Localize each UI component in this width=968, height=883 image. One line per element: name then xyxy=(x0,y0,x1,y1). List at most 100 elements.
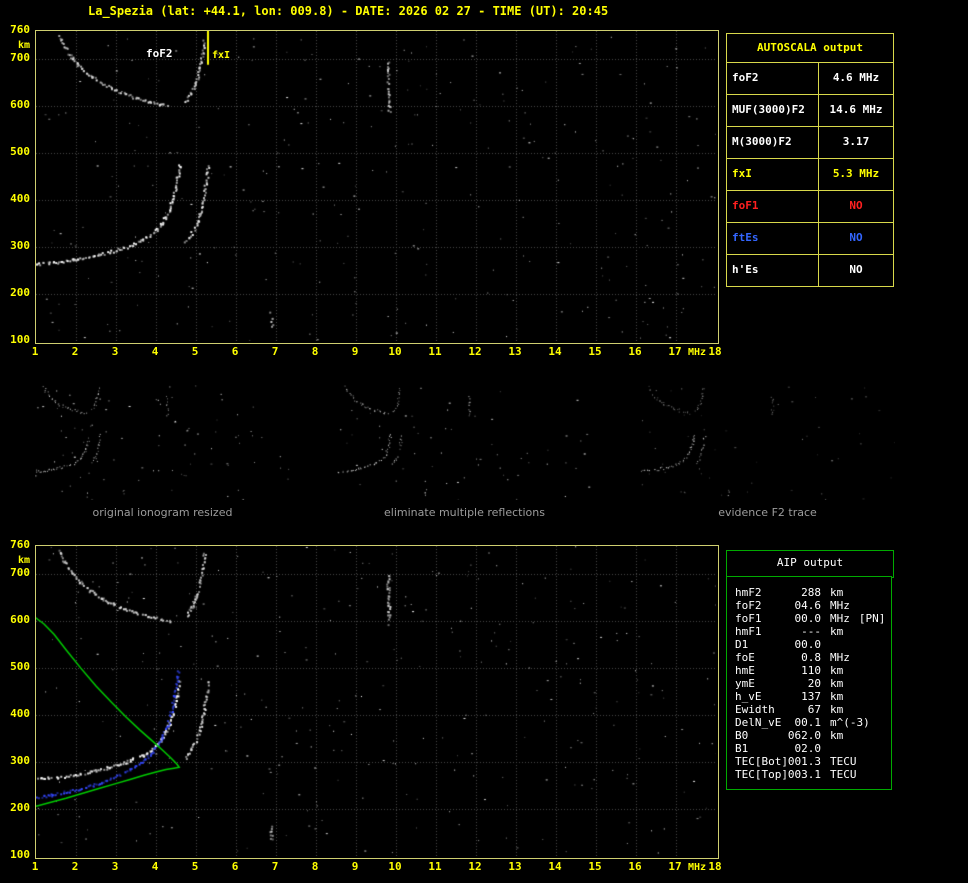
y-tick-label: 700 xyxy=(10,566,30,580)
aip-table-rows: hmF2 288 km foF2 04.6 MHz foF1 00.0 MHz [PN] hmF1 -… xyxy=(735,586,889,781)
aip-param-value: 20 xyxy=(807,677,821,690)
x-tick-label: 11 xyxy=(428,345,442,358)
autoscala-output-table: AUTOSCALA output foF2 4.6 MHz MUF(3000)F2 1… xyxy=(726,33,894,287)
aip-param-unit: MHz xyxy=(830,599,850,612)
aip-row: TEC[Top] 003.1 TECU xyxy=(735,768,889,781)
profile-ionogram-canvas xyxy=(36,546,716,856)
x-axis-unit: MHz xyxy=(687,347,707,358)
x-tick-label: 10 xyxy=(388,345,402,358)
aip-row: ymE 20 km xyxy=(735,677,889,690)
aip-param-value: 00.0 xyxy=(794,638,822,651)
aip-param-unit: km xyxy=(830,625,844,638)
aip-row: D1 00.0 xyxy=(735,638,889,651)
y-tick-label: 400 xyxy=(10,707,30,721)
aip-row: hmE 110 km xyxy=(735,664,889,677)
caption-evidence-f2-trace: evidence F2 trace xyxy=(718,506,817,519)
aip-row: B0 062.0 km xyxy=(735,729,889,742)
aip-param-unit: km xyxy=(830,690,844,703)
autoscala-param-label: M(3000)F2 xyxy=(727,127,819,158)
y-axis-unit: km xyxy=(17,40,30,51)
y-tick-label: 200 xyxy=(10,801,30,815)
x-tick-label: 16 xyxy=(628,345,642,358)
foF2-annotation: foF2 xyxy=(146,47,173,60)
aip-param-flag: [PN] xyxy=(858,612,886,625)
y-tick-label: 600 xyxy=(10,98,30,112)
aip-param-unit: MHz xyxy=(830,612,850,625)
y-axis-unit: km xyxy=(17,555,30,566)
aip-param-name: D1 xyxy=(735,638,749,651)
x-tick-label: 18 xyxy=(708,345,722,358)
x-tick-label: 9 xyxy=(351,860,359,873)
autoscala-param-value: NO xyxy=(849,199,863,212)
y-tick-label: 300 xyxy=(10,239,30,253)
aip-row: TEC[Bot] 001.3 TECU xyxy=(735,755,889,768)
aip-row: h_vE 137 km xyxy=(735,690,889,703)
x-tick-label: 7 xyxy=(271,345,279,358)
x-tick-label: 13 xyxy=(508,860,522,873)
x-tick-label: 14 xyxy=(548,345,562,358)
aip-row: DelN_vE 00.1 m^(-3) xyxy=(735,716,889,729)
autoscala-param-label: foF2 xyxy=(727,63,819,94)
aip-param-name: hmE xyxy=(735,664,755,677)
aip-param-value: 00.0 xyxy=(794,612,822,625)
aip-param-value: 288 xyxy=(801,586,821,599)
x-tick-label: 14 xyxy=(548,860,562,873)
aip-param-name: foF2 xyxy=(735,599,762,612)
thumbnail-original-canvas xyxy=(35,385,290,500)
aip-param-unit: m^(-3) xyxy=(830,716,870,729)
aip-row: Ewidth 67 km xyxy=(735,703,889,716)
autoscala-param-value: NO xyxy=(849,231,863,244)
y-tick-label: 500 xyxy=(10,145,30,159)
x-tick-label: 2 xyxy=(71,860,79,873)
aip-param-value: 67 xyxy=(807,703,821,716)
x-tick-label: 13 xyxy=(508,345,522,358)
fxI-annotation: fxI xyxy=(212,50,231,61)
y-tick-label: 500 xyxy=(10,660,30,674)
y-tick-label: 760 xyxy=(10,23,30,36)
x-tick-label: 18 xyxy=(708,860,722,873)
x-tick-label: 2 xyxy=(71,345,79,358)
aip-param-value: 001.3 xyxy=(787,755,821,768)
y-tick-label: 400 xyxy=(10,192,30,206)
aip-param-name: hmF2 xyxy=(735,586,762,599)
x-tick-label: 10 xyxy=(388,860,402,873)
aip-param-unit: TECU xyxy=(830,768,857,781)
x-tick-label: 3 xyxy=(111,345,119,358)
y-tick-label: 300 xyxy=(10,754,30,768)
y-tick-label: 100 xyxy=(10,848,30,861)
x-tick-label: 15 xyxy=(588,860,602,873)
autoscala-param-value: NO xyxy=(849,263,863,276)
x-tick-label: 9 xyxy=(351,345,359,358)
aip-param-unit: km xyxy=(830,664,844,677)
aip-param-value: 062.0 xyxy=(787,729,821,742)
autoscala-row: foF1 NO xyxy=(727,191,893,223)
aip-row: B1 02.0 xyxy=(735,742,889,755)
aip-param-value: 137 xyxy=(801,690,821,703)
station-date-time-title: La_Spezia (lat: +44.1, lon: 009.8) - DAT… xyxy=(88,4,609,18)
aip-param-value: 02.0 xyxy=(794,742,822,755)
x-tick-label: 6 xyxy=(231,345,239,358)
autoscala-row: foF2 4.6 MHz xyxy=(727,63,893,95)
x-tick-label: 11 xyxy=(428,860,442,873)
thumbnail-no-multiples-canvas xyxy=(337,385,592,500)
autoscala-main-screen: La_Spezia (lat: +44.1, lon: 009.8) - DAT… xyxy=(0,0,968,883)
profile-ionogram-panel xyxy=(35,545,719,859)
x-tick-label: 12 xyxy=(468,345,482,358)
x-tick-label: 17 xyxy=(668,860,682,873)
aip-param-name: h_vE xyxy=(735,690,762,703)
thumbnail-original-ionogram xyxy=(35,385,290,500)
autoscala-row: MUF(3000)F2 14.6 MHz xyxy=(727,95,893,127)
thumbnail-f2-evidence-canvas xyxy=(640,385,895,500)
autoscala-param-label: foF1 xyxy=(727,191,819,222)
aip-param-name: B0 xyxy=(735,729,749,742)
aip-param-name: B1 xyxy=(735,742,749,755)
aip-param-value: 110 xyxy=(801,664,821,677)
x-tick-label: 7 xyxy=(271,860,279,873)
y-tick-label: 600 xyxy=(10,613,30,627)
x-tick-label: 3 xyxy=(111,860,119,873)
autoscala-param-label: MUF(3000)F2 xyxy=(727,95,819,126)
x-tick-label: 1 xyxy=(31,860,39,873)
aip-param-unit: km xyxy=(830,586,844,599)
x-tick-label: 1 xyxy=(31,345,39,358)
autoscala-row: M(3000)F2 3.17 xyxy=(727,127,893,159)
